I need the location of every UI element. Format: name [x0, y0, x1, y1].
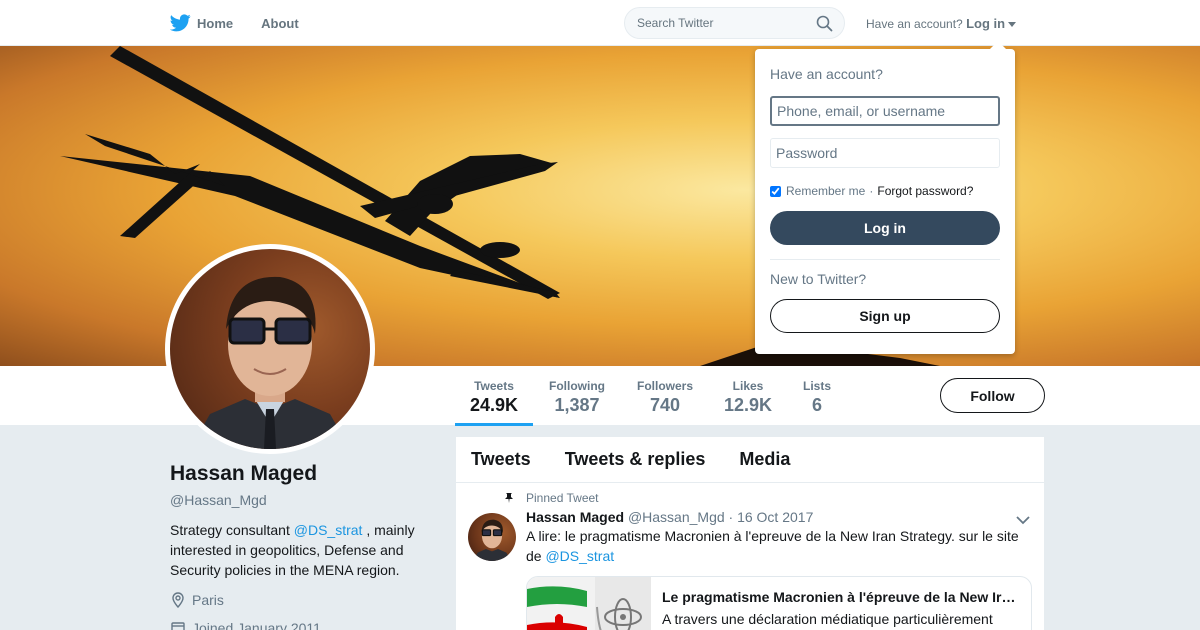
- tweet-author-handle[interactable]: @Hassan_Mgd: [628, 509, 725, 525]
- stat-followers[interactable]: Followers 740: [628, 366, 702, 426]
- dropdown-title: Have an account?: [770, 66, 883, 82]
- tweet-date[interactable]: · 16 Oct 2017: [729, 509, 814, 525]
- top-navigation: Home About Have an account? Log in: [0, 0, 1200, 46]
- stat-following-value: 1,387: [554, 395, 600, 415]
- stat-tweets[interactable]: Tweets 24.9K: [455, 366, 533, 426]
- timeline: Tweets Tweets & replies Media Pinned Twe…: [456, 437, 1044, 630]
- tweet-header: Hassan Maged @Hassan_Mgd · 16 Oct 2017: [526, 509, 1044, 525]
- card-description: A travers une déclaration médiatique par…: [662, 611, 993, 627]
- tab-tweets[interactable]: Tweets: [471, 449, 531, 470]
- iran-flag-image: [527, 577, 651, 630]
- stat-lists-label: Lists: [802, 379, 831, 393]
- nav-left: Home About: [170, 0, 327, 46]
- bio-prefix: Strategy consultant: [170, 522, 290, 538]
- signup-button[interactable]: Sign up: [770, 299, 1000, 333]
- new-to-twitter-text: New to Twitter?: [770, 271, 867, 287]
- timeline-tabs: Tweets Tweets & replies Media: [456, 437, 1044, 483]
- nav-home[interactable]: Home: [170, 14, 233, 32]
- password-field[interactable]: [770, 138, 1000, 168]
- tweet-text: A lire: le pragmatisme Macronien à l'epr…: [526, 526, 1026, 566]
- person-photo-image: [472, 519, 512, 561]
- tweet-avatar[interactable]: [468, 513, 516, 561]
- calendar-icon: [171, 622, 185, 630]
- tweet-author-name[interactable]: Hassan Maged: [526, 509, 624, 525]
- tab-media[interactable]: Media: [739, 449, 790, 470]
- nav-about[interactable]: About: [261, 16, 299, 31]
- username-field[interactable]: [770, 96, 1000, 126]
- stat-following[interactable]: Following 1,387: [540, 366, 614, 426]
- dropdown-divider: [770, 259, 1000, 260]
- follow-button[interactable]: Follow: [940, 378, 1045, 413]
- stat-lists-value: 6: [811, 395, 822, 415]
- login-dropdown: Have an account? Remember me · Forgot pa…: [755, 41, 1015, 354]
- remember-label[interactable]: Remember me: [786, 184, 865, 198]
- bio-mention-link[interactable]: @DS_strat: [294, 522, 363, 538]
- twitter-bird-icon: [170, 14, 191, 32]
- remember-separator: ·: [869, 184, 874, 198]
- profile-bio: Strategy consultant @DS_strat , mainly i…: [170, 520, 430, 580]
- profile-name[interactable]: Hassan Maged: [170, 462, 430, 486]
- search-box: [624, 7, 845, 39]
- person-photo-image: [190, 276, 350, 449]
- profile-joined: Joined January 2011: [170, 620, 430, 630]
- account-prompt: Have an account?: [866, 17, 963, 31]
- location-pin-icon: [172, 592, 184, 608]
- card-title: Le pragmatisme Macronien à l'épreuve de …: [662, 589, 1016, 605]
- pin-icon: [505, 493, 513, 503]
- stat-followers-label: Followers: [636, 379, 693, 393]
- joined-text: Joined January 2011: [192, 620, 321, 630]
- remember-row: Remember me · Forgot password?: [770, 184, 1000, 198]
- stat-tweets-label: Tweets: [474, 379, 514, 393]
- login-dropdown-toggle[interactable]: Log in: [966, 16, 1017, 31]
- search-input[interactable]: [625, 8, 805, 38]
- stat-following-label: Following: [549, 379, 605, 393]
- nav-about-label: About: [261, 15, 299, 31]
- stat-likes-label: Likes: [732, 379, 764, 393]
- location-text: Paris: [192, 592, 224, 608]
- stat-likes[interactable]: Likes 12.9K: [716, 366, 780, 426]
- card-thumbnail: [527, 577, 651, 630]
- search-icon[interactable]: [816, 15, 833, 32]
- forgot-password-link[interactable]: Forgot password?: [877, 184, 973, 198]
- stat-tweets-value: 24.9K: [469, 395, 519, 415]
- login-button[interactable]: Log in: [770, 211, 1000, 245]
- profile-location: Paris: [170, 592, 430, 608]
- nav-home-label: Home: [197, 15, 234, 31]
- pinned-text: Pinned Tweet: [526, 491, 599, 505]
- profile-card: Hassan Maged @Hassan_Mgd Strategy consul…: [170, 462, 430, 630]
- login-toggle-label: Log in: [966, 16, 1006, 31]
- caret-down-icon: [1008, 22, 1017, 28]
- stat-followers-value: 740: [649, 395, 681, 415]
- stat-likes-value: 12.9K: [723, 395, 773, 415]
- profile-avatar[interactable]: [165, 244, 375, 454]
- stat-lists[interactable]: Lists 6: [794, 366, 840, 426]
- profile-handle[interactable]: @Hassan_Mgd: [170, 492, 430, 508]
- tab-tweets-replies[interactable]: Tweets & replies: [565, 449, 706, 470]
- link-card[interactable]: Le pragmatisme Macronien à l'épreuve de …: [526, 576, 1032, 630]
- account-link: Have an account? Log in: [866, 16, 1017, 31]
- chevron-down-icon[interactable]: [1016, 515, 1030, 525]
- tweet-mention-link[interactable]: @DS_strat: [545, 548, 614, 564]
- pinned-label: Pinned Tweet: [505, 491, 1044, 505]
- pinned-tweet[interactable]: Pinned Tweet Hassan Maged @Hassan_Mgd · …: [456, 483, 1044, 630]
- avatar-photo: [170, 249, 370, 449]
- remember-checkbox[interactable]: [770, 185, 781, 197]
